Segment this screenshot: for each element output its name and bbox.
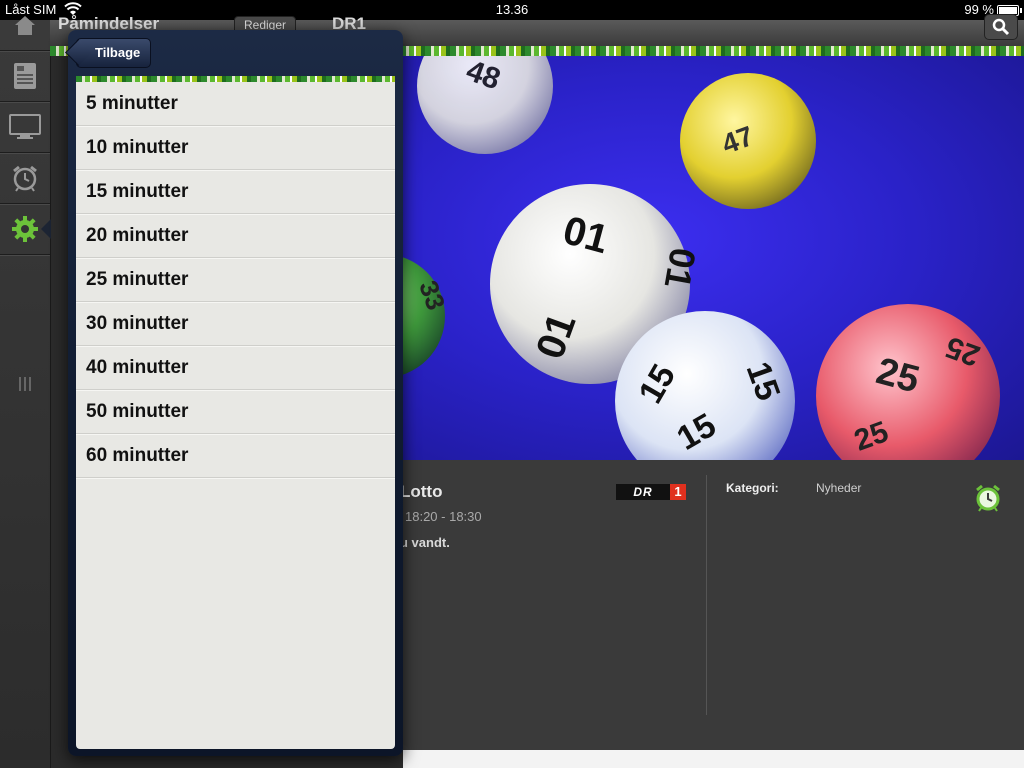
bottom-strip <box>403 750 1024 768</box>
list-item[interactable]: 30 minutter <box>76 302 395 346</box>
program-details: Lotto 18:20 - 18:30 u vandt. DR 1 Katego… <box>400 460 1024 750</box>
reminder-options-list: 5 minutter 10 minutter 15 minutter 20 mi… <box>76 82 395 749</box>
list-item[interactable]: 10 minutter <box>76 126 395 170</box>
divider <box>706 475 707 715</box>
alarm-clock-icon <box>976 484 1000 512</box>
list-item[interactable]: 40 minutter <box>76 346 395 390</box>
home-icon <box>15 16 35 35</box>
program-title: Lotto <box>400 482 443 501</box>
reminder-button[interactable] <box>975 484 1001 517</box>
category-value: Nyheder <box>816 481 862 495</box>
sidebar-item-home[interactable] <box>0 0 50 51</box>
search-button[interactable] <box>984 14 1018 40</box>
program-image: 48 47 33 01 01 01 15 15 15 25 25 25 <box>403 56 1024 460</box>
lottery-ball: 48 <box>417 56 553 154</box>
drag-handle-icon[interactable] <box>18 377 32 396</box>
list-item[interactable]: 50 minutter <box>76 390 395 434</box>
lottery-balls-illustration: 48 47 33 01 01 01 15 15 15 25 25 25 <box>403 56 1000 460</box>
sidebar <box>0 16 51 768</box>
svg-text:01: 01 <box>657 245 704 292</box>
lottery-ball: 33 <box>403 257 451 375</box>
back-button[interactable]: Tilbage <box>76 38 152 68</box>
channel-logo: DR 1 <box>616 484 686 500</box>
lottery-ball: 25 25 25 <box>816 304 1000 460</box>
lottery-ball: 47 <box>680 73 816 209</box>
list-item[interactable]: 5 minutter <box>76 82 395 126</box>
list-item[interactable]: 20 minutter <box>76 214 395 258</box>
sidebar-item-tv-guide[interactable] <box>0 51 50 102</box>
gear-icon <box>12 216 38 242</box>
reminder-time-popover: Tilbage 5 minutter 10 minutter 15 minutt… <box>68 30 403 756</box>
program-time: 18:20 - 18:30 <box>405 509 482 524</box>
search-icon <box>992 18 1010 36</box>
category-label: Kategori: <box>726 481 779 495</box>
monitor-icon <box>9 114 41 139</box>
sidebar-item-settings[interactable] <box>0 204 51 255</box>
sidebar-item-tv[interactable] <box>0 102 50 153</box>
list-item[interactable]: 15 minutter <box>76 170 395 214</box>
list-item[interactable]: 25 minutter <box>76 258 395 302</box>
channel-logo-text: DR <box>616 484 670 500</box>
sidebar-item-reminders[interactable] <box>0 153 50 204</box>
channel-logo-number: 1 <box>670 484 686 500</box>
alarm-clock-icon <box>13 165 37 192</box>
program-description: u vandt. <box>400 535 450 550</box>
list-item[interactable]: 60 minutter <box>76 434 395 478</box>
tv-guide-icon <box>14 63 36 89</box>
